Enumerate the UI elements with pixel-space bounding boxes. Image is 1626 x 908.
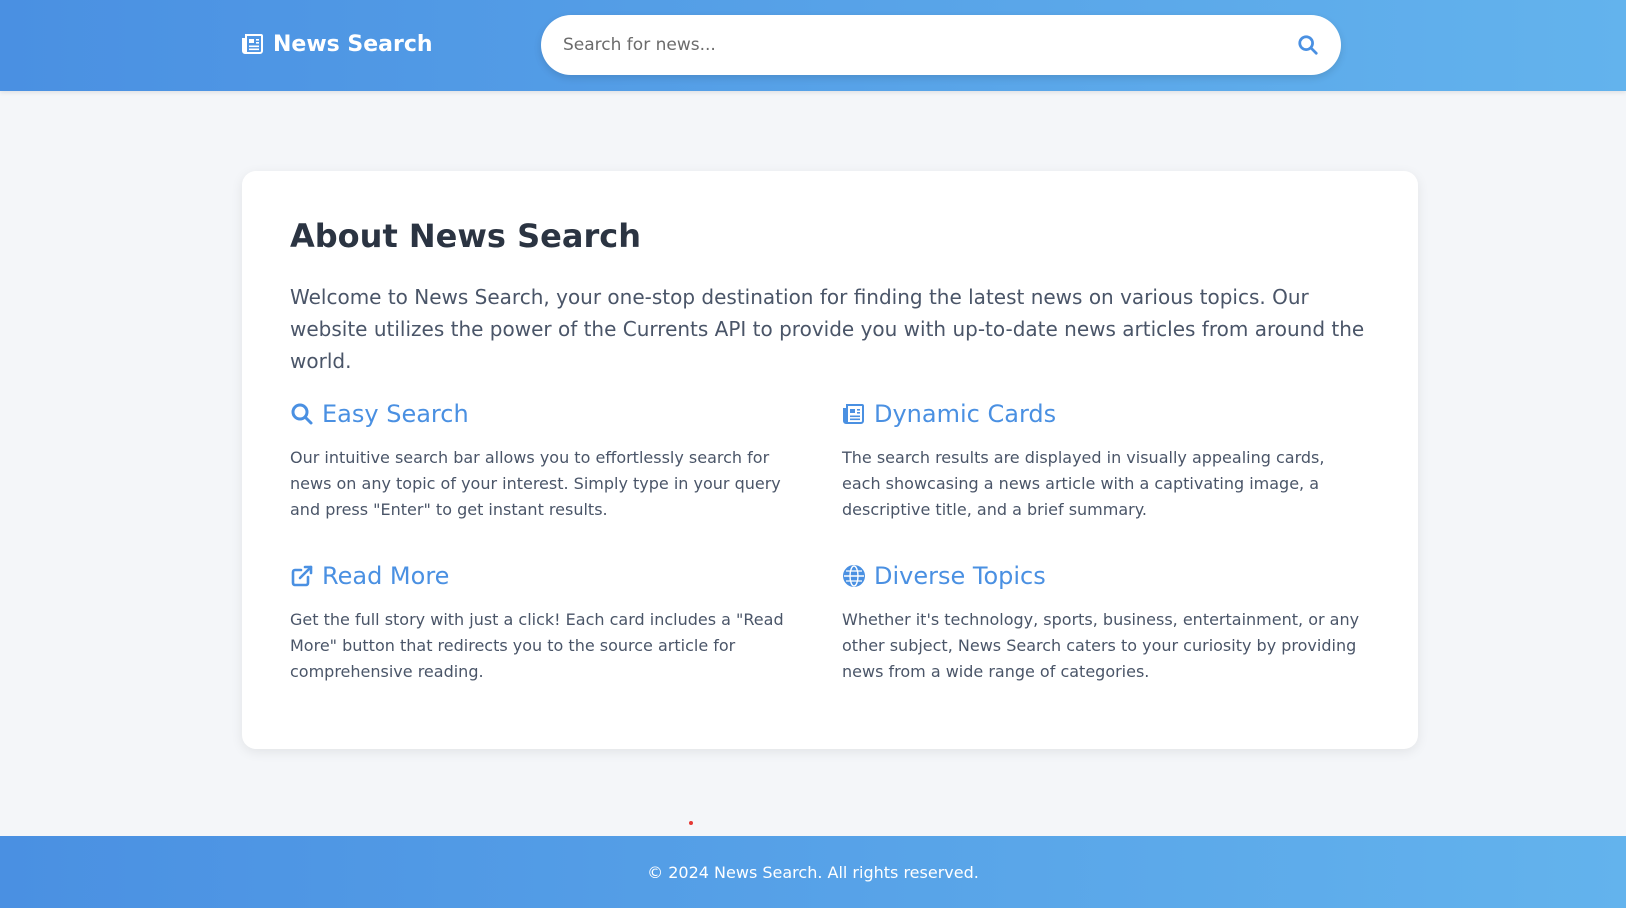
search-icon [1298, 35, 1318, 55]
feature-dynamic-cards: Dynamic Cards The search results are dis… [842, 397, 1362, 523]
search-button[interactable] [1293, 30, 1323, 60]
search-icon [291, 403, 313, 425]
feature-title: Easy Search [322, 400, 469, 428]
feature-title: Read More [322, 562, 450, 590]
about-title: About News Search [290, 217, 641, 255]
copyright-text: © 2024 News Search. All rights reserved. [647, 862, 979, 882]
stray-dot [689, 821, 693, 825]
feature-heading: Read More [290, 559, 810, 593]
about-intro: Welcome to News Search, your one-stop de… [290, 285, 1365, 373]
brand-name: News Search [273, 31, 433, 57]
external-link-icon [291, 565, 313, 587]
search-input[interactable] [563, 15, 1263, 75]
globe-icon [843, 565, 865, 587]
site-footer: © 2024 News Search. All rights reserved. [0, 836, 1626, 908]
newspaper-icon [843, 404, 864, 424]
feature-heading: Dynamic Cards [842, 397, 1362, 431]
feature-easy-search: Easy Search Our intuitive search bar all… [290, 397, 810, 523]
feature-title: Dynamic Cards [874, 400, 1057, 428]
newspaper-icon [242, 34, 263, 54]
feature-read-more: Read More Get the full story with just a… [290, 559, 810, 685]
feature-title: Diverse Topics [874, 562, 1046, 590]
feature-text: Get the full story with just a click! Ea… [290, 610, 784, 681]
feature-heading: Easy Search [290, 397, 810, 431]
search-bar [541, 15, 1341, 75]
feature-diverse-topics: Diverse Topics Whether it's technology, … [842, 559, 1362, 685]
feature-heading: Diverse Topics [842, 559, 1362, 593]
site-header: News Search [0, 0, 1626, 91]
feature-text: Whether it's technology, sports, busines… [842, 610, 1360, 681]
about-card: About News Search Welcome to News Search… [242, 171, 1418, 749]
feature-text: The search results are displayed in visu… [842, 448, 1325, 519]
feature-text: Our intuitive search bar allows you to e… [290, 448, 781, 519]
brand-logo[interactable]: News Search [241, 26, 433, 62]
